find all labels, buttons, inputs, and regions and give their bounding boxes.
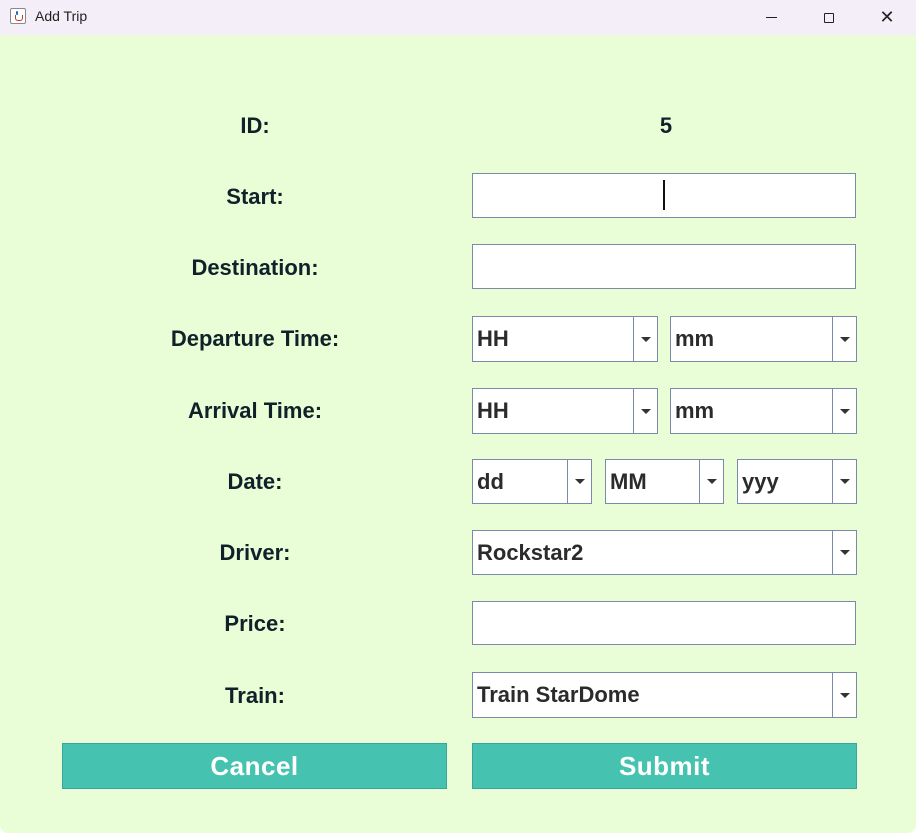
driver-select[interactable]: Rockstar2 [472, 530, 857, 575]
departure-minute-value: mm [675, 326, 715, 351]
start-label: Start: [226, 184, 284, 209]
text-caret [663, 180, 665, 210]
chevron-down-icon[interactable] [699, 460, 723, 503]
start-input[interactable] [472, 173, 856, 218]
destination-label: Destination: [191, 255, 319, 280]
chevron-down-icon[interactable] [832, 317, 856, 361]
departure-hour-value: HH [477, 326, 509, 351]
departure-time-label: Departure Time: [170, 326, 340, 351]
arrival-minute-select[interactable]: mm [670, 388, 857, 434]
chevron-down-icon[interactable] [832, 389, 856, 433]
java-app-icon [10, 8, 26, 24]
cancel-button[interactable]: Cancel [62, 743, 447, 789]
title-bar[interactable]: Add Trip ✕ [0, 0, 916, 35]
chevron-down-icon[interactable] [832, 673, 856, 717]
chevron-down-icon[interactable] [633, 389, 657, 433]
maximize-button[interactable] [800, 0, 858, 35]
chevron-down-icon[interactable] [832, 460, 856, 503]
driver-value: Rockstar2 [477, 539, 584, 565]
chevron-down-icon[interactable] [832, 531, 856, 574]
driver-label: Driver: [219, 540, 291, 565]
date-year-select[interactable]: yyy [737, 459, 857, 504]
minimize-button[interactable] [742, 0, 800, 35]
destination-input[interactable] [472, 244, 856, 289]
date-month-value: MM [610, 468, 647, 494]
close-icon: ✕ [879, 6, 895, 28]
id-label: ID: [240, 113, 270, 138]
departure-minute-select[interactable]: mm [670, 316, 857, 362]
close-button[interactable]: ✕ [858, 0, 916, 35]
train-value: Train StarDome [477, 682, 640, 707]
id-value: 5 [659, 113, 673, 138]
date-day-select[interactable]: dd [472, 459, 592, 504]
chevron-down-icon[interactable] [633, 317, 657, 361]
date-year-value: yyy [742, 468, 779, 494]
arrival-minute-value: mm [675, 398, 715, 423]
chevron-down-icon[interactable] [567, 460, 591, 503]
arrival-hour-select[interactable]: HH [472, 388, 658, 434]
date-label: Date: [227, 469, 283, 494]
date-day-value: dd [477, 468, 504, 494]
arrival-time-label: Arrival Time: [187, 398, 323, 423]
submit-button[interactable]: Submit [472, 743, 857, 789]
date-month-select[interactable]: MM [605, 459, 724, 504]
train-select[interactable]: Train StarDome [472, 672, 857, 718]
maximize-icon [824, 12, 834, 23]
window-title: Add Trip [35, 8, 88, 24]
train-label: Train: [225, 683, 285, 708]
arrival-hour-value: HH [477, 398, 509, 423]
price-input[interactable] [472, 601, 856, 645]
price-label: Price: [224, 611, 286, 636]
departure-hour-select[interactable]: HH [472, 316, 658, 362]
add-trip-window: Add Trip ✕ ID: 5 Start: Destination: Dep… [0, 0, 916, 833]
minimize-icon [765, 17, 777, 18]
